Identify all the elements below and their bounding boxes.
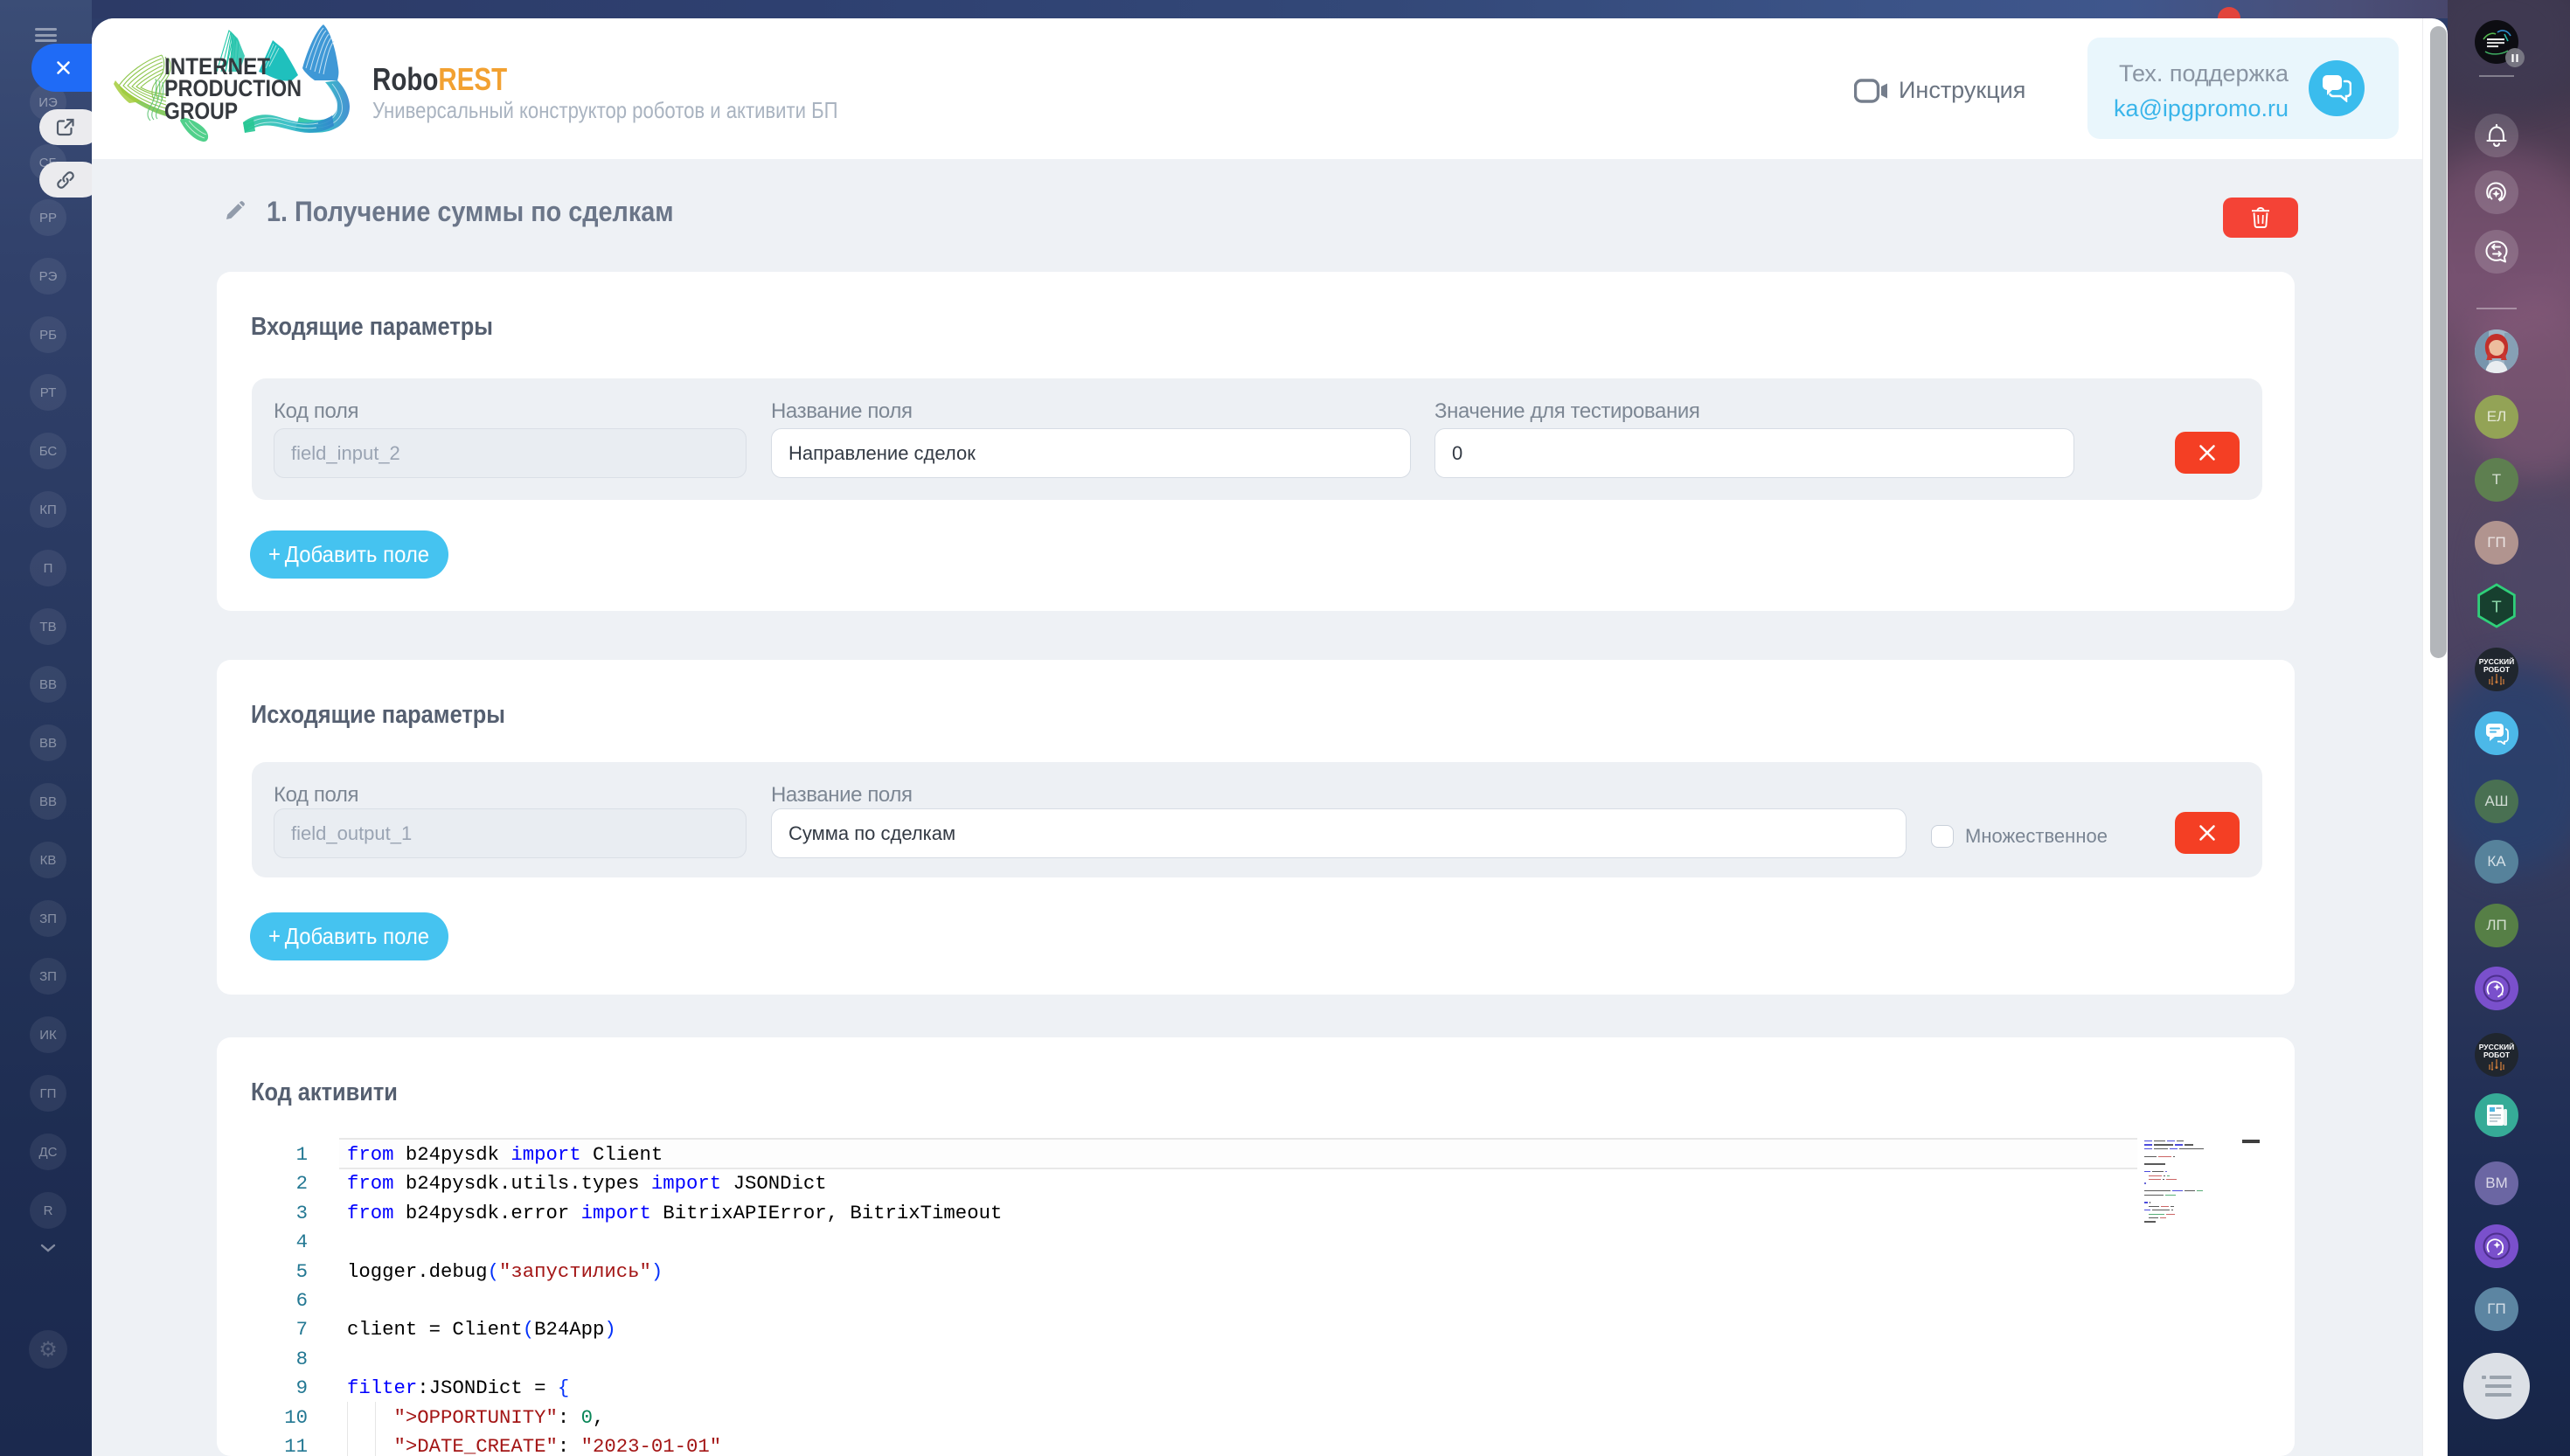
svg-text:GROUP: GROUP bbox=[164, 98, 238, 124]
svg-text:T: T bbox=[2491, 597, 2501, 615]
